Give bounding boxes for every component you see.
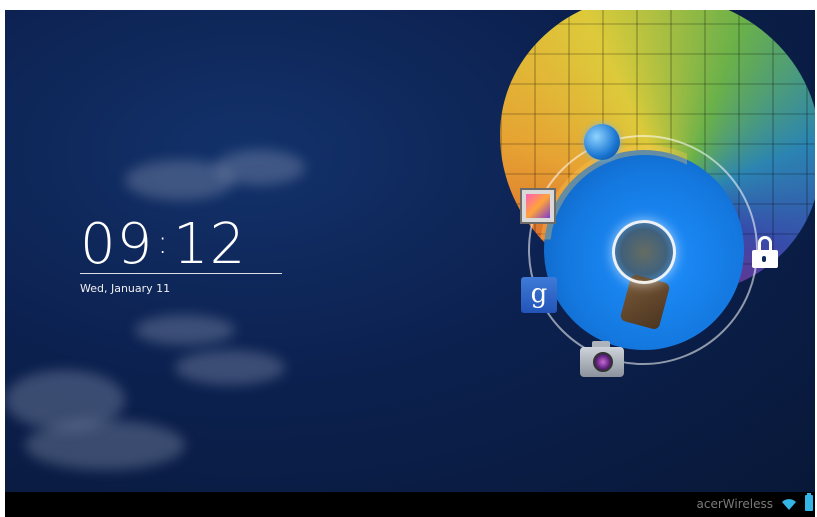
cloud-decoration [175, 350, 285, 385]
gallery-icon[interactable] [520, 188, 556, 224]
clock-minutes: 12 [173, 212, 247, 277]
unlock-handle[interactable] [612, 220, 676, 284]
clock-hours: 09 [80, 212, 154, 277]
camera-lens [593, 352, 613, 372]
cloud-decoration [215, 150, 305, 185]
cloud-decoration [135, 315, 235, 345]
clock-date: Wed, January 11 [80, 282, 171, 295]
google-icon[interactable]: g [521, 277, 557, 313]
gallery-thumbnail [526, 194, 550, 218]
battery-icon [805, 493, 813, 511]
camera-icon[interactable] [580, 339, 624, 377]
clock-separator: : [157, 223, 170, 261]
clock-time: 09:12 [80, 212, 282, 275]
lockscreen-clock: 09:12 Wed, January 11 [80, 212, 282, 295]
network-name: acerWireless [696, 497, 773, 511]
unlock-icon[interactable] [750, 236, 780, 270]
cloud-decoration [25, 420, 185, 470]
wifi-icon [782, 499, 796, 510]
status-bar: acerWireless [5, 492, 815, 517]
google-glyph: g [530, 279, 548, 309]
globe-icon[interactable] [584, 124, 620, 160]
